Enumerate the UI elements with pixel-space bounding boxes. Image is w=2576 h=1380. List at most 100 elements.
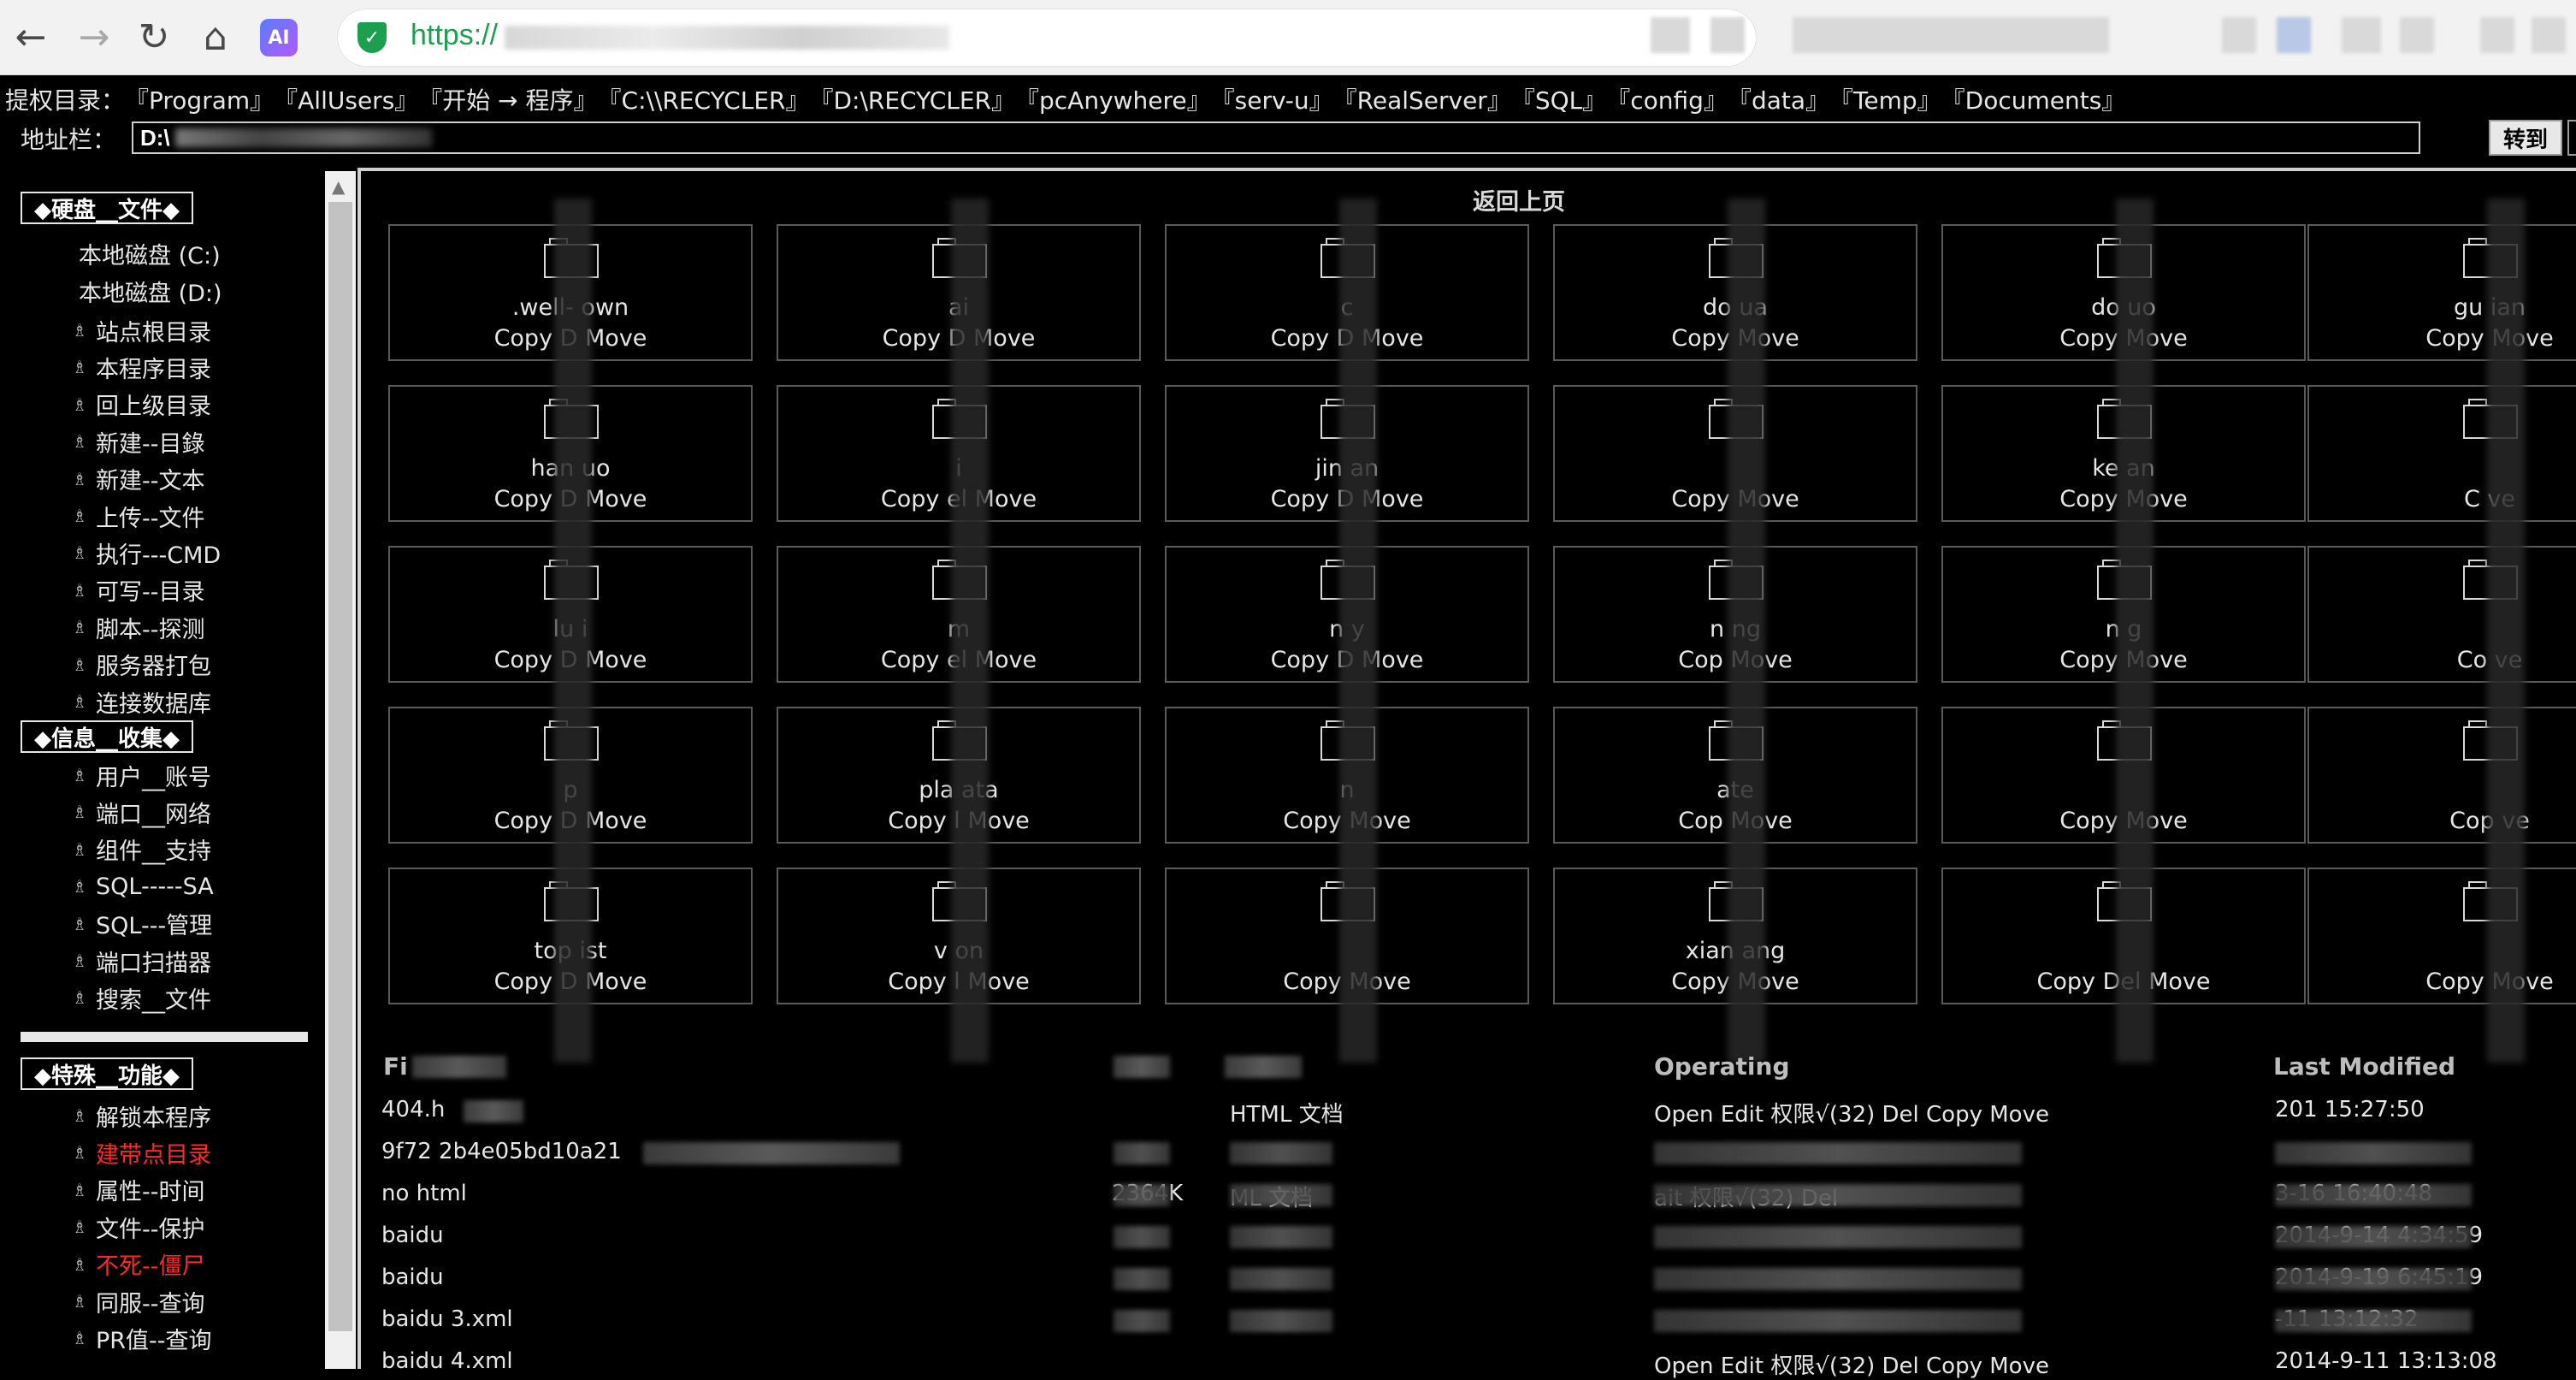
cell-redacted <box>1230 1268 1332 1290</box>
priv-link[interactable]: 『serv-u』 <box>1211 82 1333 116</box>
priv-directory-row: 提权目录： 『Program』 『AllUsers』 『开始 → 程序』 『C:\\R… <box>5 82 2125 116</box>
folder-actions[interactable]: Co ve <box>2309 647 2576 673</box>
folder-tile[interactable]: Co ve <box>2307 546 2576 683</box>
redacted-toolbar-icon[interactable] <box>1651 17 1690 53</box>
sidebar-item-label: 文件--保护 <box>96 1216 205 1243</box>
column-header-modified[interactable]: Last Modified <box>2273 1052 2455 1081</box>
redaction-strip <box>1728 198 1765 1063</box>
priv-link[interactable]: 『RealServer』 <box>1333 82 1511 116</box>
sidebar-item[interactable]: ♗ 新建--目錄 <box>72 426 205 458</box>
priv-link[interactable]: 『pcAnywhere』 <box>1015 82 1211 116</box>
sidebar-item-label: 组件__支持 <box>96 838 211 866</box>
sidebar-item[interactable]: ♗ 连接数据库 <box>72 686 211 718</box>
sidebar-item[interactable]: ♗ PR值--查询 <box>72 1323 212 1354</box>
bullet-icon: ♗ <box>72 654 87 675</box>
sidebar-item[interactable]: ♗ 新建--文本 <box>72 464 205 495</box>
folder-actions[interactable]: Copy Move <box>2309 325 2576 352</box>
redacted-toolbar-icon[interactable] <box>2400 17 2434 53</box>
bullet-icon: ♗ <box>72 765 87 785</box>
header-redacted <box>1225 1056 1302 1078</box>
folder-name[interactable]: gu ian <box>2309 294 2576 321</box>
folder-tile[interactable]: gu ian Copy Move <box>2307 224 2576 361</box>
sidebar-item[interactable]: ♗ 文件--保护 <box>72 1211 205 1243</box>
redacted-toolbar-icon[interactable] <box>1710 17 1745 53</box>
sidebar-item[interactable]: ♗ 回上级目录 <box>72 389 211 420</box>
folder-actions[interactable]: C ve <box>2309 486 2576 512</box>
priv-link[interactable]: 『config』 <box>1606 82 1728 116</box>
folder-actions[interactable]: Copy Move <box>2309 968 2576 995</box>
home-icon[interactable]: ⌂ <box>188 10 243 65</box>
priv-link[interactable]: 『D:\RECYCLER』 <box>809 82 1015 116</box>
redacted-toolbar-icon[interactable] <box>2480 17 2514 53</box>
column-header-operating[interactable]: Operating <box>1654 1052 1790 1081</box>
sidebar-item[interactable]: ♗ 组件__支持 <box>72 834 211 865</box>
back-page-link[interactable]: 返回上页 <box>1473 183 1565 216</box>
sidebar-item[interactable]: ♗ 搜索__文件 <box>72 982 211 1014</box>
folder-actions[interactable]: Cop ve <box>2309 808 2576 834</box>
bullet-icon: ♗ <box>72 542 87 564</box>
sidebar-item[interactable]: ♗ 端口__网络 <box>72 797 211 828</box>
file-name[interactable]: 404.h <box>381 1097 445 1122</box>
sidebar-item[interactable]: ♗ 建带点目录 <box>72 1137 211 1169</box>
sidebar-item[interactable]: ♗ 用户__账号 <box>72 760 211 791</box>
forward-arrow-icon[interactable]: → <box>67 10 121 65</box>
reload-icon[interactable]: ↻ <box>127 10 181 65</box>
file-name[interactable]: baidu <box>381 1223 444 1248</box>
sidebar-item[interactable]: ♗ 属性--时间 <box>72 1175 205 1205</box>
bullet-icon: ♗ <box>72 357 87 378</box>
back-arrow-icon[interactable]: ← <box>3 10 58 65</box>
sidebar-item-label: 新建--目錄 <box>96 430 205 458</box>
cell-redacted <box>1114 1184 1170 1206</box>
priv-link[interactable]: 『data』 <box>1728 82 1829 116</box>
redacted-toolbar-icon[interactable] <box>2342 17 2381 53</box>
url-bar[interactable]: ✓ https:// <box>337 9 1757 67</box>
sidebar-item[interactable]: ♗ SQL-----SA <box>72 871 214 902</box>
priv-link[interactable]: 『Documents』 <box>1941 82 2126 116</box>
folder-tile[interactable]: Cop ve <box>2307 707 2576 844</box>
priv-link[interactable]: 『Program』 <box>125 82 274 116</box>
sidebar-drive[interactable]: 本地磁盘 (D:) <box>79 275 222 307</box>
sidebar-drive[interactable]: 本地磁盘 (C:) <box>79 238 221 269</box>
section-title-special: ◆特殊__功能◆ <box>21 1057 193 1090</box>
redacted-toolbar-icon[interactable] <box>2277 17 2311 53</box>
folder-tile[interactable]: Copy Move <box>2307 868 2576 1004</box>
sidebar-item[interactable]: ♗ 服务器打包 <box>72 649 211 680</box>
sidebar-item[interactable]: ♗ 上传--文件 <box>72 500 205 532</box>
redacted-toolbar-icon[interactable] <box>2532 17 2566 53</box>
priv-link[interactable]: 『C:\\RECYCLER』 <box>598 82 810 116</box>
section-title-disk: ◆硬盘__文件◆ <box>21 192 193 224</box>
sidebar-item[interactable]: ♗ 端口扫描器 <box>72 945 211 977</box>
file-name[interactable]: baidu 3.xml <box>381 1306 513 1332</box>
sidebar-item[interactable]: ♗ 不死--僵尸 <box>72 1249 205 1280</box>
sidebar-item[interactable]: ♗ 脚本--探测 <box>72 612 205 643</box>
sidebar-item[interactable]: ♗ 可写--目录 <box>72 575 205 606</box>
ai-extension-icon[interactable]: AI <box>260 19 298 56</box>
column-header-name[interactable]: Fi <box>383 1052 408 1081</box>
sidebar-item[interactable]: ♗ SQL---管理 <box>72 909 212 939</box>
sidebar-item[interactable]: ♗ 站点根目录 <box>72 315 211 346</box>
sidebar-item[interactable]: ♗ 执行---CMD <box>72 537 221 569</box>
goto-button[interactable]: 转到 <box>2489 120 2562 156</box>
sidebar-item[interactable]: ♗ 同服--查询 <box>72 1286 205 1318</box>
sidebar-item[interactable]: ♗ 本程序目录 <box>72 352 211 383</box>
sidebar-item-label: 服务器打包 <box>96 654 211 681</box>
redacted-toolbar-icon[interactable] <box>2222 17 2256 53</box>
file-name[interactable]: no html <box>381 1181 467 1206</box>
priv-link[interactable]: 『SQL』 <box>1511 82 1606 116</box>
file-name[interactable]: baidu 4.xml <box>381 1348 513 1374</box>
folder-tile[interactable]: C ve <box>2307 385 2576 522</box>
cell-redacted <box>1230 1310 1332 1332</box>
address-input[interactable]: D:\ <box>132 121 2420 154</box>
sidebar-item[interactable]: ♗ 解锁本程序 <box>72 1100 211 1132</box>
cell-redacted <box>2275 1310 2472 1332</box>
scrollbar-thumb[interactable] <box>328 202 352 1331</box>
priv-link[interactable]: 『开始 → 程序』 <box>418 82 597 116</box>
bullet-icon: ♗ <box>72 1142 87 1164</box>
priv-link[interactable]: 『AllUsers』 <box>274 82 418 116</box>
sidebar-scrollbar[interactable]: ▲ <box>325 171 356 1369</box>
sidebar-item-label: 新建--文本 <box>96 468 205 495</box>
scroll-up-arrow-icon[interactable]: ▲ <box>332 176 345 197</box>
file-name[interactable]: baidu <box>381 1265 444 1290</box>
file-name[interactable]: 9f72 2b4e05bd10a21 <box>381 1139 622 1164</box>
priv-link[interactable]: 『Temp』 <box>1829 82 1941 116</box>
